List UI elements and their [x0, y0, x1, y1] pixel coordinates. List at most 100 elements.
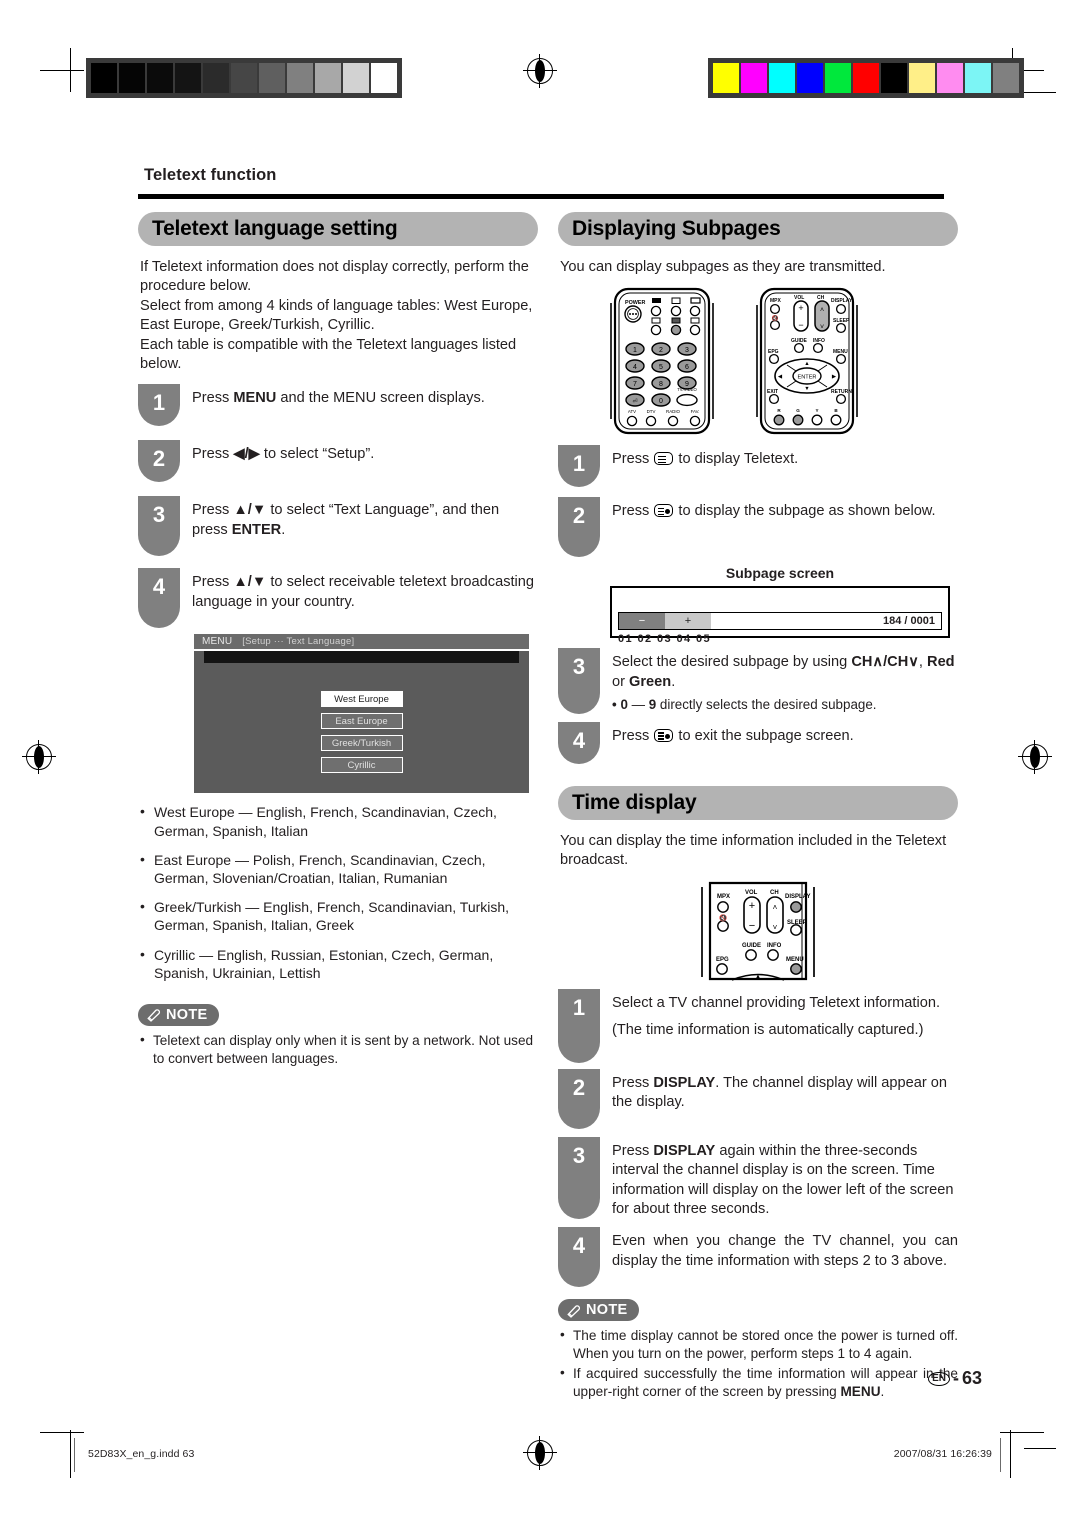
svg-text:VOL: VOL — [745, 890, 758, 896]
calibration-swatch — [713, 63, 739, 93]
section-heading-teletext-language: Teletext language setting — [138, 212, 538, 246]
page-number-separator: - — [952, 1368, 959, 1388]
svg-text:6: 6 — [685, 364, 689, 371]
step-text-part: . — [281, 521, 286, 538]
digit-from: 0 — [620, 697, 628, 713]
step-row: 1 Press to display Teletext. — [558, 445, 958, 488]
step-row: 4 Even when you change the TV channel, y… — [558, 1227, 958, 1288]
step-text-part: or — [612, 673, 630, 690]
remote-illustration-pair: POWER 1 2 3 4 5 6 7 8 9 ⏎ 0 TV/VIDEO ATV… — [603, 287, 958, 435]
svg-text:G: G — [796, 408, 800, 413]
intro-paragraph: You can display subpages as they are tra… — [560, 259, 886, 275]
svg-text:−: − — [749, 920, 755, 932]
step-text-part: Select a TV channel providing Teletext i… — [612, 994, 941, 1011]
svg-text:˅: ˅ — [820, 324, 824, 331]
step-text-part: to exit the subpage screen. — [674, 728, 854, 745]
step-text: Press to exit the subpage screen. — [612, 722, 958, 764]
manual-page: Teletext function Teletext language sett… — [0, 0, 1080, 1528]
note-item: The time display cannot be stored once t… — [558, 1326, 958, 1362]
crop-mark-bl-h — [40, 1432, 84, 1433]
note-item-text: If acquired successfully the time inform… — [573, 1365, 958, 1399]
step-row: 2 Press to display the subpage as shown … — [558, 497, 958, 558]
step-text: Even when you change the TV channel, you… — [612, 1233, 958, 1269]
step-row: 1 Press MENU and the MENU screen display… — [138, 384, 538, 427]
calibration-swatch — [797, 63, 823, 93]
note-item: If acquired successfully the time inform… — [558, 1364, 958, 1400]
svg-text:TV/VIDEO: TV/VIDEO — [677, 387, 697, 392]
svg-text:1: 1 — [633, 347, 637, 354]
note-item-list: The time display cannot be stored once t… — [558, 1326, 958, 1400]
tv-menu-titlebar: MENU [Setup ··· Text Language] — [194, 634, 529, 650]
step-badge: 3 — [558, 648, 600, 715]
left-column: Teletext language setting If Teletext in… — [138, 212, 538, 1069]
step-text: Press ▲/▼ to select “Text Language”, and… — [192, 496, 538, 556]
tv-menu-option-list: West Europe East Europe Greek/Turkish Cyril… — [194, 691, 529, 774]
step-text: Press to display Teletext. — [612, 445, 958, 487]
red-key-label: Red — [927, 654, 955, 671]
step-row: 2 Press ◀/▶ to select “Setup”. — [138, 440, 538, 483]
svg-text:MPX: MPX — [717, 894, 730, 900]
step-badge: 2 — [558, 497, 600, 558]
svg-text:˅: ˅ — [773, 923, 778, 932]
step-row: 4 Press to exit the subpage screen. — [558, 722, 958, 765]
subpage-plus-button[interactable]: + — [665, 613, 711, 630]
calibration-swatch — [937, 63, 963, 93]
remote-control-numeric-illustration: POWER 1 2 3 4 5 6 7 8 9 ⏎ 0 TV/VIDEO ATV… — [610, 288, 714, 435]
tv-menu-option[interactable]: Greek/Turkish — [320, 735, 403, 752]
step-text-part: to select “Setup”. — [259, 446, 375, 463]
svg-text:EXIT: EXIT — [767, 389, 778, 395]
calibration-swatch — [287, 63, 313, 93]
step-text: Press ▲/▼ to select receivable teletext … — [192, 568, 538, 628]
running-head: Teletext function — [144, 166, 277, 184]
subpage-screen-title: Subpage screen — [725, 565, 835, 582]
svg-text:EPG: EPG — [716, 957, 729, 963]
tv-menu-option[interactable]: West Europe — [320, 691, 403, 708]
subpage-toolbar: − + 184 / 0001 — [618, 612, 942, 631]
teletext-icon — [654, 452, 674, 466]
registration-target-right — [1018, 740, 1052, 774]
tv-menu-option[interactable]: East Europe — [320, 713, 403, 730]
step-row: 3 Select the desired subpage by using CH… — [558, 648, 958, 715]
step-text-part: Press — [192, 446, 234, 463]
svg-text:ATV: ATV — [628, 409, 636, 414]
note-badge: NOTE — [558, 1299, 640, 1322]
language-table-item: Greek/Turkish — English, French, Scandin… — [138, 897, 538, 934]
subpage-minus-button[interactable]: − — [619, 613, 665, 630]
tv-menu-breadcrumb: [Setup ··· Text Language] — [242, 636, 355, 648]
svg-text:🔇: 🔇 — [719, 914, 727, 922]
registration-target-top — [523, 54, 557, 88]
tv-menu-option[interactable]: Cyrillic — [320, 757, 403, 774]
step-text-part: to display Teletext. — [674, 451, 799, 468]
step-text-part: . — [671, 673, 676, 690]
step-text-part: Press — [192, 390, 234, 407]
calibration-swatch — [909, 63, 935, 93]
step-keyword: MENU — [233, 390, 277, 407]
footer-filename: 52D83X_en_g.indd 63 — [88, 1448, 195, 1460]
svg-text:2: 2 — [659, 347, 663, 354]
calibration-swatch — [147, 63, 173, 93]
step-badge: 3 — [138, 496, 180, 557]
footer-rule-right — [1000, 1438, 1001, 1472]
svg-text:˄: ˄ — [820, 307, 824, 314]
crop-mark-tl-h — [40, 70, 84, 71]
calibration-swatch — [741, 63, 767, 93]
svg-text:▲: ▲ — [804, 361, 809, 367]
arrow-left-right-icon: ◀/▶ — [233, 446, 260, 463]
svg-text:7: 7 — [633, 381, 637, 388]
step-text-part: Press — [192, 502, 234, 519]
svg-text:Y: Y — [815, 408, 818, 413]
intro-paragraph: If Teletext information does not display… — [140, 259, 533, 373]
svg-text:INFO: INFO — [767, 943, 782, 949]
note-label: NOTE — [166, 1006, 208, 1023]
remote-control-display-illustration: MPX VOL CH DISPLAY SLEEP GUIDE INFO EPG … — [701, 881, 815, 981]
subpage-icon — [654, 504, 674, 518]
step-row: 2 Press DISPLAY. The channel display wil… — [558, 1068, 958, 1129]
crop-mark-br-h2 — [1024, 1448, 1056, 1449]
step-text-part: , — [918, 654, 928, 671]
menu-key-label: MENU — [840, 1383, 881, 1399]
crop-mark-br-v — [1010, 1430, 1011, 1478]
footer-timestamp: 2007/08/31 16:26:39 — [893, 1448, 992, 1460]
note-item: Teletext can display only when it is sen… — [138, 1031, 538, 1067]
calibration-swatch — [231, 63, 257, 93]
svg-text:CH: CH — [817, 295, 825, 301]
